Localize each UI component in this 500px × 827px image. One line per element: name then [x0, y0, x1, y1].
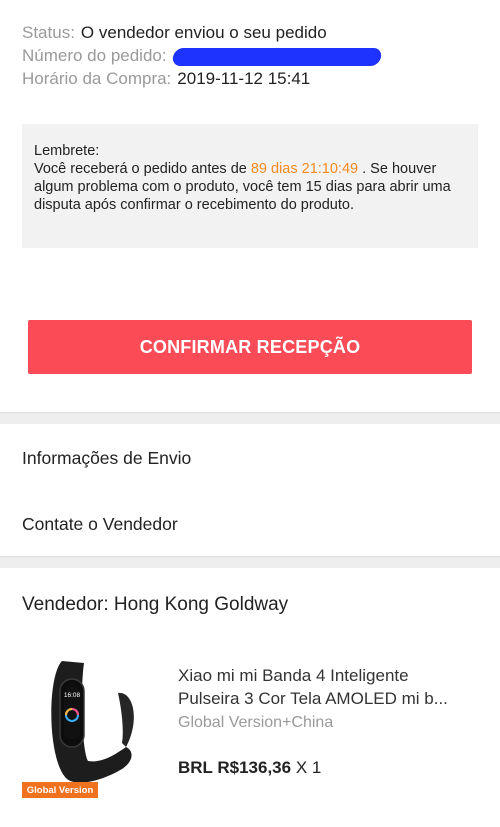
product-title-line2: Pulseira 3 Cor Tela AMOLED mi b... [178, 689, 448, 708]
order-number-row: Número do pedido: [22, 45, 383, 67]
reminder-text: Você receberá o pedido antes de 89 dias … [34, 160, 466, 214]
shipping-info-link[interactable]: Informações de Envio [22, 448, 191, 469]
status-value: O vendedor enviou o seu pedido [80, 23, 327, 42]
product-title-line1: Xiao mi mi Banda 4 Inteligente [178, 666, 409, 685]
product-price: BRL R$136,36 [178, 758, 292, 777]
reminder-box: Lembrete: Você receberá o pedido antes d… [22, 124, 478, 248]
order-status-block: Status: O vendedor enviou o seu pedido N… [22, 22, 383, 91]
contact-seller-link[interactable]: Contate o Vendedor [22, 514, 178, 535]
product-quantity: X 1 [295, 758, 322, 777]
status-label: Status: [22, 23, 75, 42]
product-price-row: BRL R$136,36 X 1 [178, 758, 321, 778]
product-image[interactable]: 16:08 [22, 651, 142, 801]
confirm-receipt-button[interactable]: CONFIRMAR RECEPÇÃO [28, 320, 472, 374]
reminder-title: Lembrete: [34, 143, 100, 159]
section-divider [0, 412, 500, 424]
seller-name[interactable]: Vendedor: Hong Kong Goldway [22, 594, 288, 616]
global-version-badge: Global Version [22, 782, 98, 798]
smart-band-icon: 16:08 [51, 661, 134, 783]
order-number-redaction [171, 48, 383, 66]
purchase-time-value: 2019-11-12 15:41 [177, 69, 311, 88]
reminder-text-before: Você receberá o pedido antes de [34, 161, 251, 177]
purchase-time-row: Horário da Compra: 2019-11-12 15:41 [22, 68, 381, 90]
band-screen-time: 16:08 [64, 692, 81, 699]
product-variant: Global Version+China [178, 714, 334, 731]
purchase-time-label: Horário da Compra: [22, 69, 172, 88]
status-row: Status: O vendedor enviou o seu pedido [22, 22, 381, 44]
product-title[interactable]: Xiao mi mi Banda 4 Inteligente Pulseira … [178, 664, 478, 710]
order-number-label: Número do pedido: [22, 46, 167, 65]
section-divider [0, 556, 500, 568]
delivery-countdown: 89 dias 21:10:49 [250, 161, 359, 177]
